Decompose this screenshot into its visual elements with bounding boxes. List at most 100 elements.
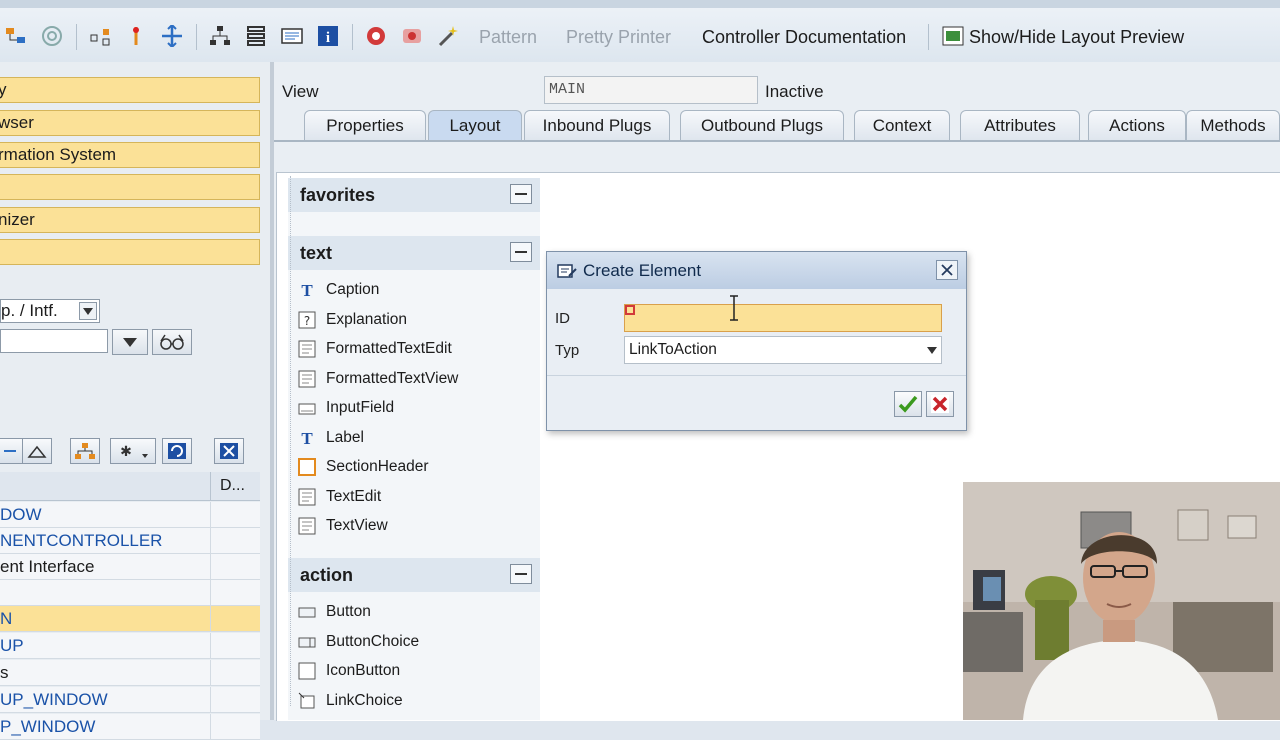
- tab-actions[interactable]: Actions: [1088, 110, 1186, 140]
- collapse-section-icon[interactable]: [510, 242, 532, 262]
- object-type-select-value: p. / Intf.: [1, 301, 58, 320]
- object-navigator-panel: y wser rmation System nizer p. / Intf. ✱…: [0, 62, 274, 740]
- tree-header-description[interactable]: D...: [220, 477, 245, 495]
- pretty-printer-button[interactable]: Pretty Printer: [566, 27, 671, 48]
- object-name-dropdown-button[interactable]: [112, 329, 148, 355]
- tree-row[interactable]: s: [0, 660, 260, 686]
- tree-row[interactable]: DOW: [0, 502, 260, 528]
- id-input[interactable]: [624, 295, 942, 332]
- pin-icon[interactable]: [124, 24, 148, 48]
- tab-layout[interactable]: Layout: [428, 110, 522, 140]
- dialog-title: Create Element: [583, 261, 702, 280]
- tree-row[interactable]: [0, 580, 260, 606]
- tree-row-selected[interactable]: N: [0, 606, 260, 632]
- org-chart-icon[interactable]: [208, 24, 232, 48]
- button-icon: [298, 603, 316, 621]
- structure-icon[interactable]: [88, 24, 112, 48]
- pattern-button[interactable]: Pattern: [479, 27, 537, 48]
- svg-text:T: T: [301, 281, 313, 299]
- tree-row-divider: [210, 528, 211, 553]
- dialog-title-bar[interactable]: Create Element: [547, 252, 966, 289]
- library-item-label: Label: [326, 429, 364, 446]
- svg-text:i: i: [326, 30, 330, 46]
- typ-select[interactable]: LinkToAction: [624, 336, 942, 364]
- breakpoint-icon[interactable]: [400, 24, 424, 48]
- wizard-wand-icon[interactable]: [436, 24, 460, 48]
- cancel-button[interactable]: [926, 391, 954, 417]
- tree-row-divider: [210, 502, 211, 527]
- collapse-section-icon[interactable]: [510, 564, 532, 584]
- object-name-input[interactable]: [0, 329, 108, 353]
- tree-row-text: s: [0, 663, 9, 682]
- tree-row[interactable]: P_WINDOW: [0, 714, 260, 740]
- library-item-label: Caption: [326, 281, 380, 298]
- expand-all-icon[interactable]: ✱: [110, 438, 156, 464]
- info-icon[interactable]: i: [316, 24, 340, 48]
- view-status: Inactive: [765, 82, 824, 101]
- controller-documentation-button[interactable]: Controller Documentation: [702, 27, 906, 48]
- tree-row[interactable]: UP: [0, 633, 260, 659]
- close-icon: [941, 264, 953, 276]
- text-cursor-icon: [729, 295, 739, 326]
- navigator-button[interactable]: y: [0, 77, 260, 103]
- formatted-text-edit-icon: [298, 340, 316, 358]
- navigator-button[interactable]: wser: [0, 110, 260, 136]
- toolbar-separator: [196, 24, 197, 50]
- tab-attributes[interactable]: Attributes: [960, 110, 1080, 140]
- confirm-button[interactable]: [894, 391, 922, 417]
- display-glasses-button[interactable]: [152, 329, 192, 355]
- navigator-button[interactable]: rmation System: [0, 142, 260, 168]
- library-section-favorites[interactable]: favorites: [288, 178, 540, 212]
- layout-preview-icon[interactable]: [941, 24, 965, 48]
- tree-row-divider: [210, 660, 211, 685]
- tree-row-divider: [210, 714, 211, 739]
- refresh-icon[interactable]: [162, 438, 192, 464]
- navigator-button[interactable]: nizer: [0, 207, 260, 233]
- formatted-text-view-icon: [298, 370, 316, 388]
- tab-outbound-plugs[interactable]: Outbound Plugs: [680, 110, 844, 140]
- hierarchy-icon[interactable]: [4, 24, 28, 48]
- library-section-title: favorites: [300, 185, 376, 205]
- tree-row-divider: [210, 606, 211, 631]
- link-choice-icon: [298, 692, 316, 710]
- navigate-arrows-icon[interactable]: [160, 24, 184, 48]
- text-edit-icon: [298, 488, 316, 506]
- tree-row[interactable]: ent Interface: [0, 554, 260, 580]
- debug-icon[interactable]: [364, 24, 388, 48]
- tree-header-divider: [210, 472, 211, 500]
- tree-row-text: N: [0, 609, 13, 628]
- cancel-x-icon: [931, 395, 949, 413]
- tree-structure-icon[interactable]: [70, 438, 100, 464]
- library-item-label: TextEdit: [326, 488, 382, 505]
- navigator-button[interactable]: [0, 174, 260, 200]
- tree-row[interactable]: NENTCONTROLLER: [0, 528, 260, 554]
- tab-properties[interactable]: Properties: [304, 110, 426, 140]
- expand-up-icon[interactable]: [22, 438, 52, 464]
- show-hide-layout-preview-button[interactable]: Show/Hide Layout Preview: [969, 27, 1184, 48]
- navigator-button-label: wser: [0, 113, 34, 132]
- checkmark-icon: [898, 395, 918, 413]
- tab-context[interactable]: Context: [854, 110, 950, 140]
- tab-inbound-plugs[interactable]: Inbound Plugs: [524, 110, 670, 140]
- dialog-close-button[interactable]: [936, 260, 958, 280]
- where-used-icon[interactable]: [40, 24, 64, 48]
- tree-row-text: UP: [0, 636, 24, 655]
- tree-row-divider: [210, 554, 211, 579]
- library-item-label: ButtonChoice: [326, 633, 420, 650]
- library-section-text[interactable]: text: [288, 236, 540, 270]
- presenter-video-image: [963, 482, 1280, 720]
- tree-row[interactable]: UP_WINDOW: [0, 687, 260, 713]
- stack-icon[interactable]: [244, 24, 268, 48]
- tab-methods[interactable]: Methods: [1186, 110, 1280, 140]
- navigator-button[interactable]: [0, 239, 260, 265]
- library-item-label: FormattedTextEdit: [326, 340, 452, 357]
- tree-row-divider: [210, 687, 211, 712]
- window-icon[interactable]: [280, 24, 304, 48]
- collapse-section-icon[interactable]: [510, 184, 532, 204]
- library-section-title: text: [300, 243, 333, 263]
- library-splitter[interactable]: [290, 176, 292, 706]
- close-icon[interactable]: [214, 438, 244, 464]
- library-section-action[interactable]: action: [288, 558, 540, 592]
- object-type-select[interactable]: p. / Intf.: [0, 299, 100, 323]
- svg-text:T: T: [301, 429, 313, 447]
